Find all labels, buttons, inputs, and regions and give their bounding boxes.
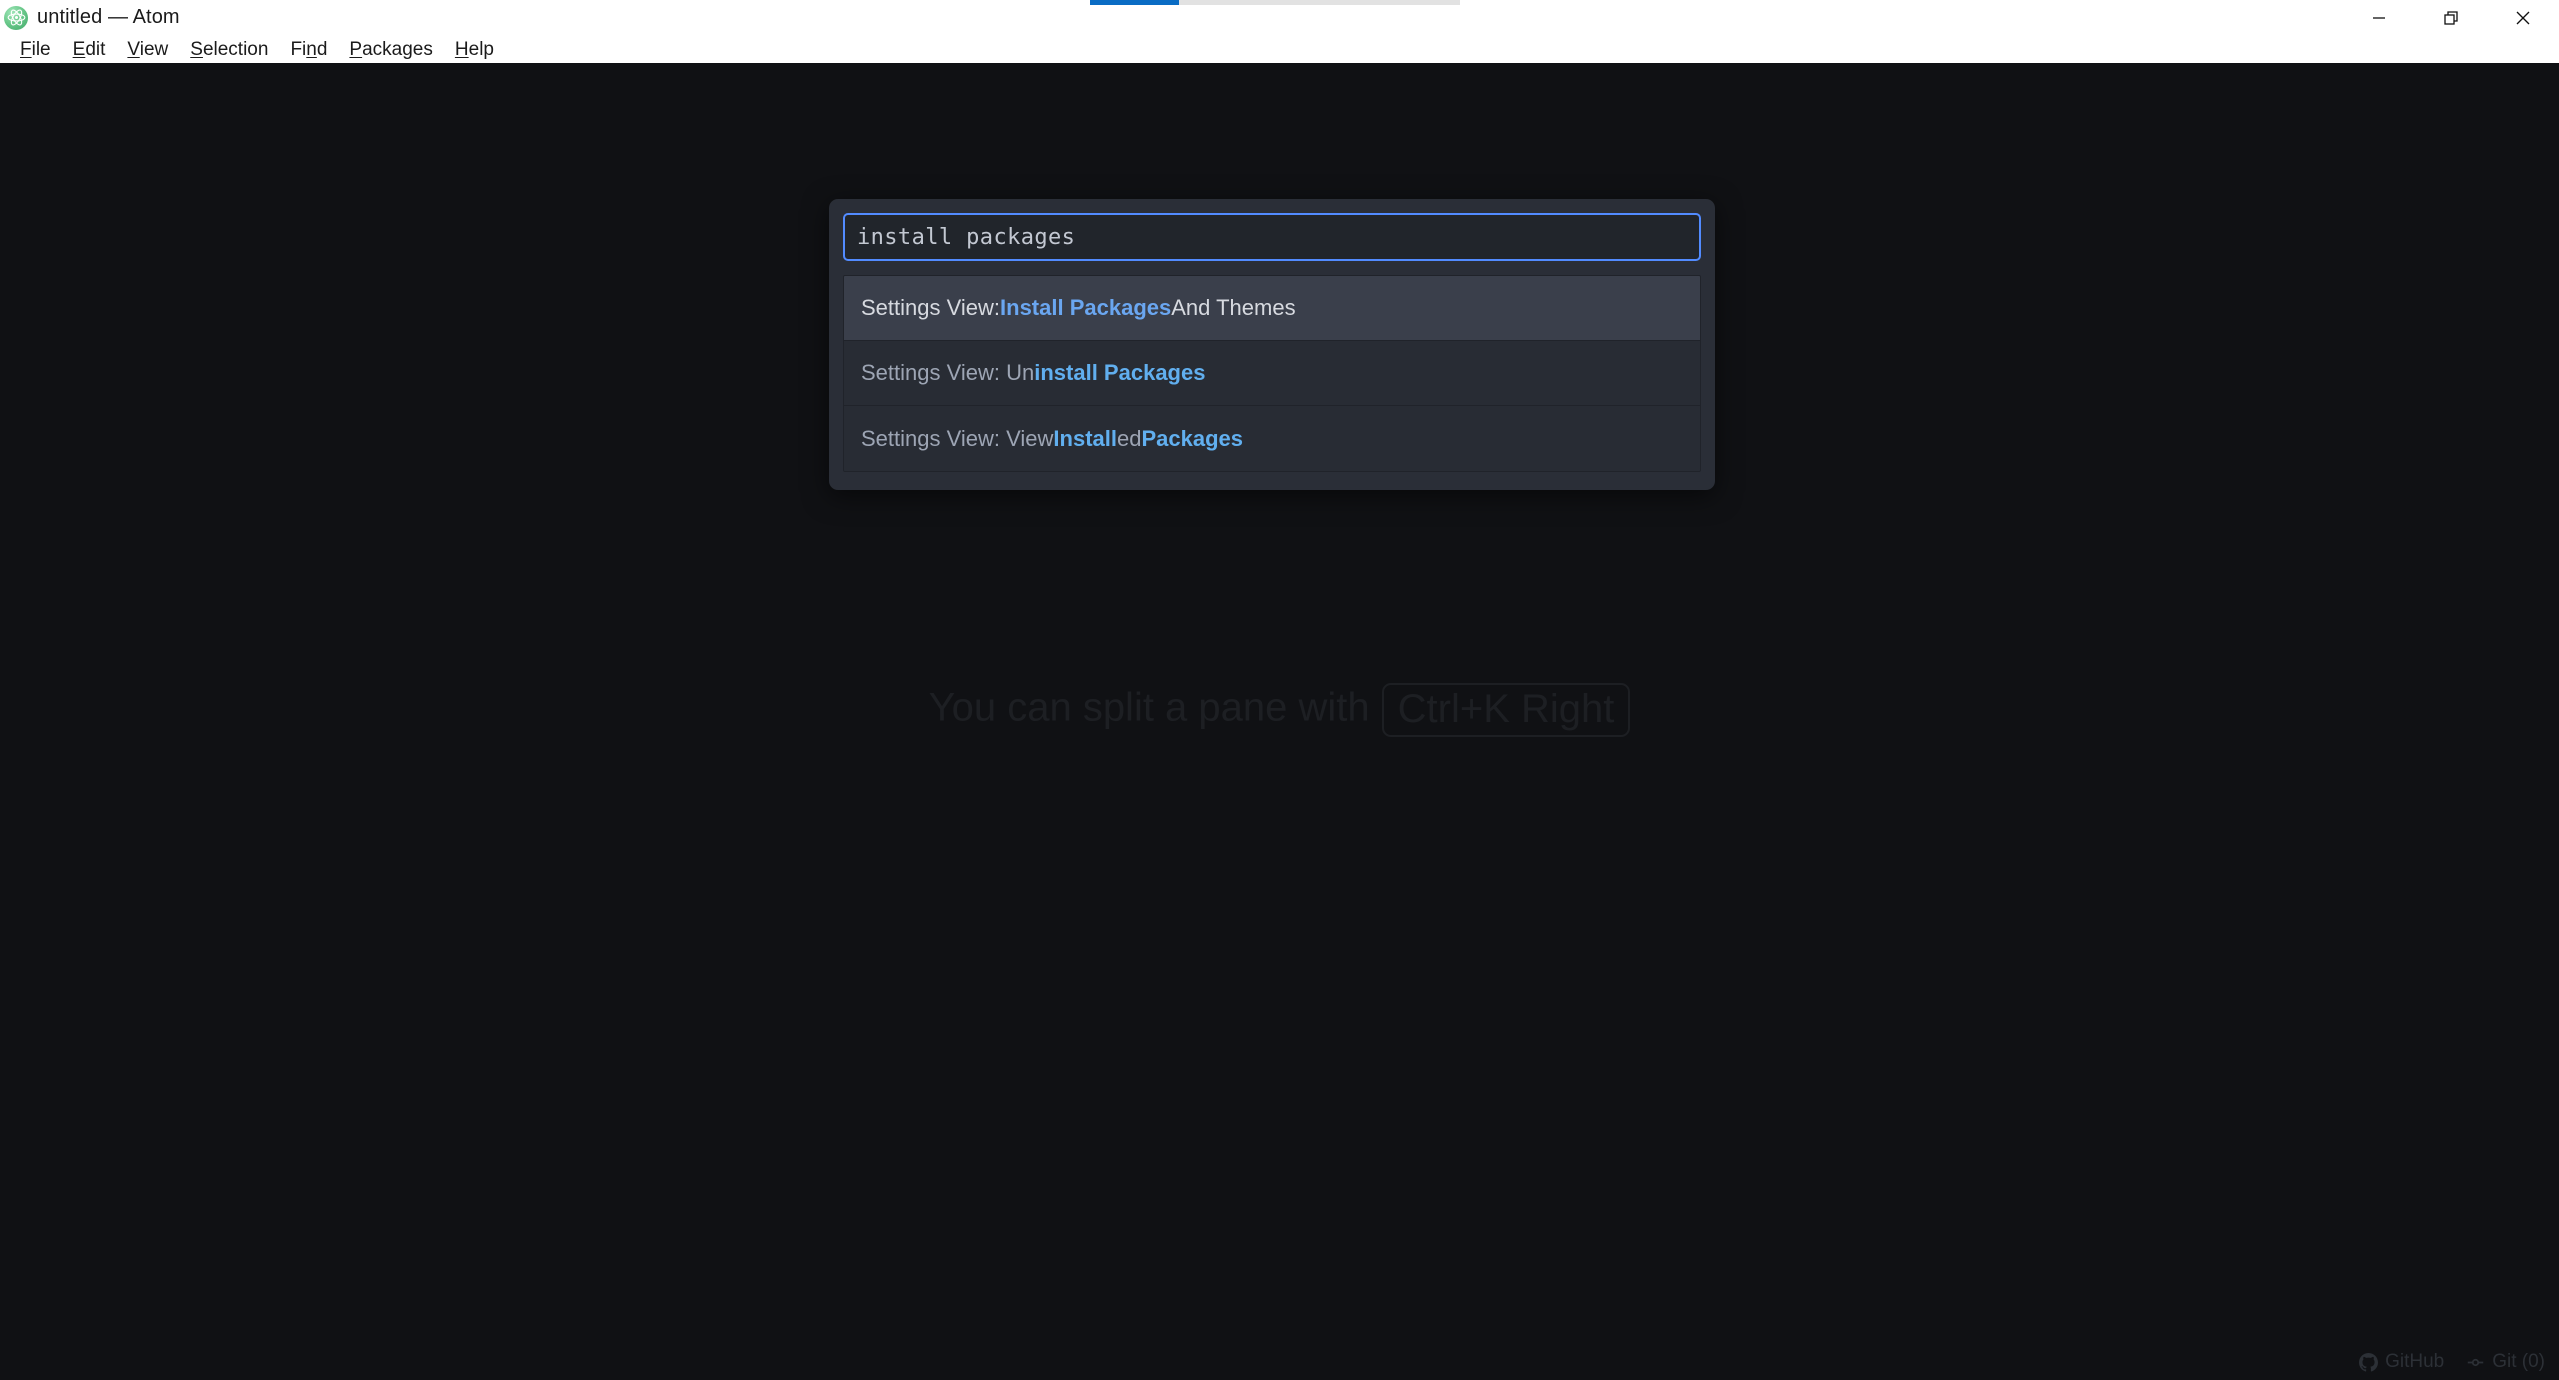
result-text-plain: Settings View: Un: [861, 360, 1035, 385]
atom-window: untitled — Atom File Edit View Selection…: [0, 0, 2559, 1380]
result-text-plain: Settings View:: [861, 295, 1001, 320]
status-item-github[interactable]: GitHub: [2359, 1351, 2444, 1373]
result-text-plain: And Themes: [1171, 295, 1296, 320]
status-label-github: GitHub: [2385, 1351, 2445, 1372]
menu-item-help[interactable]: Help: [444, 40, 505, 59]
minimize-icon[interactable]: [2343, 0, 2415, 35]
result-text-match: Install Packages: [1000, 295, 1172, 320]
window-title: untitled — Atom: [37, 6, 180, 28]
command-palette-results: Settings View: Install Packages And Them…: [843, 275, 1701, 472]
menu-item-find[interactable]: Find: [279, 40, 338, 59]
command-palette: Settings View: Install Packages And Them…: [829, 199, 1715, 490]
editor-watermark: You can split a pane with Ctrl+K Right: [0, 683, 2559, 737]
top-progress-fill: [1090, 0, 1179, 5]
window-controls: [2343, 0, 2559, 35]
menu-item-selection[interactable]: Selection: [179, 40, 279, 59]
result-text-match: Install: [1053, 425, 1117, 451]
command-palette-item[interactable]: Settings View: View Install ed Packages: [844, 406, 1700, 471]
menu-item-edit[interactable]: Edit: [62, 40, 117, 59]
title-bar: untitled — Atom: [0, 0, 2559, 35]
atom-logo-icon: [4, 5, 28, 30]
result-text-match: Packages: [1141, 425, 1243, 451]
result-text-match: install Packages: [1034, 360, 1206, 385]
result-text-plain: ed: [1116, 425, 1142, 451]
menu-bar: File Edit View Selection Find Packages H…: [0, 35, 2559, 63]
command-palette-item[interactable]: Settings View: Install Packages And Them…: [844, 276, 1700, 341]
git-branch-icon: [2466, 1353, 2485, 1372]
editor-area[interactable]: You can split a pane withCtrl+K Right Se…: [0, 63, 2559, 1380]
watermark-keybinding: Ctrl+K Right: [1381, 683, 1631, 737]
status-item-git[interactable]: Git (0): [2466, 1351, 2545, 1373]
restore-icon[interactable]: [2415, 0, 2487, 35]
command-palette-item[interactable]: Settings View: Un install Packages: [844, 341, 1700, 406]
watermark-text: You can split a pane with: [928, 685, 1370, 730]
github-icon: [2359, 1352, 2379, 1372]
status-bar: GitHub Git (0): [2359, 1344, 2559, 1380]
result-text-plain: Settings View: View: [861, 425, 1054, 451]
status-label-git: Git (0): [2492, 1351, 2545, 1372]
menu-item-packages[interactable]: Packages: [338, 40, 443, 59]
menu-item-file[interactable]: File: [9, 40, 62, 59]
top-progress-bar: [1090, 0, 1460, 5]
command-palette-input[interactable]: [843, 213, 1701, 261]
close-icon[interactable]: [2487, 0, 2559, 35]
menu-item-view[interactable]: View: [116, 40, 179, 59]
